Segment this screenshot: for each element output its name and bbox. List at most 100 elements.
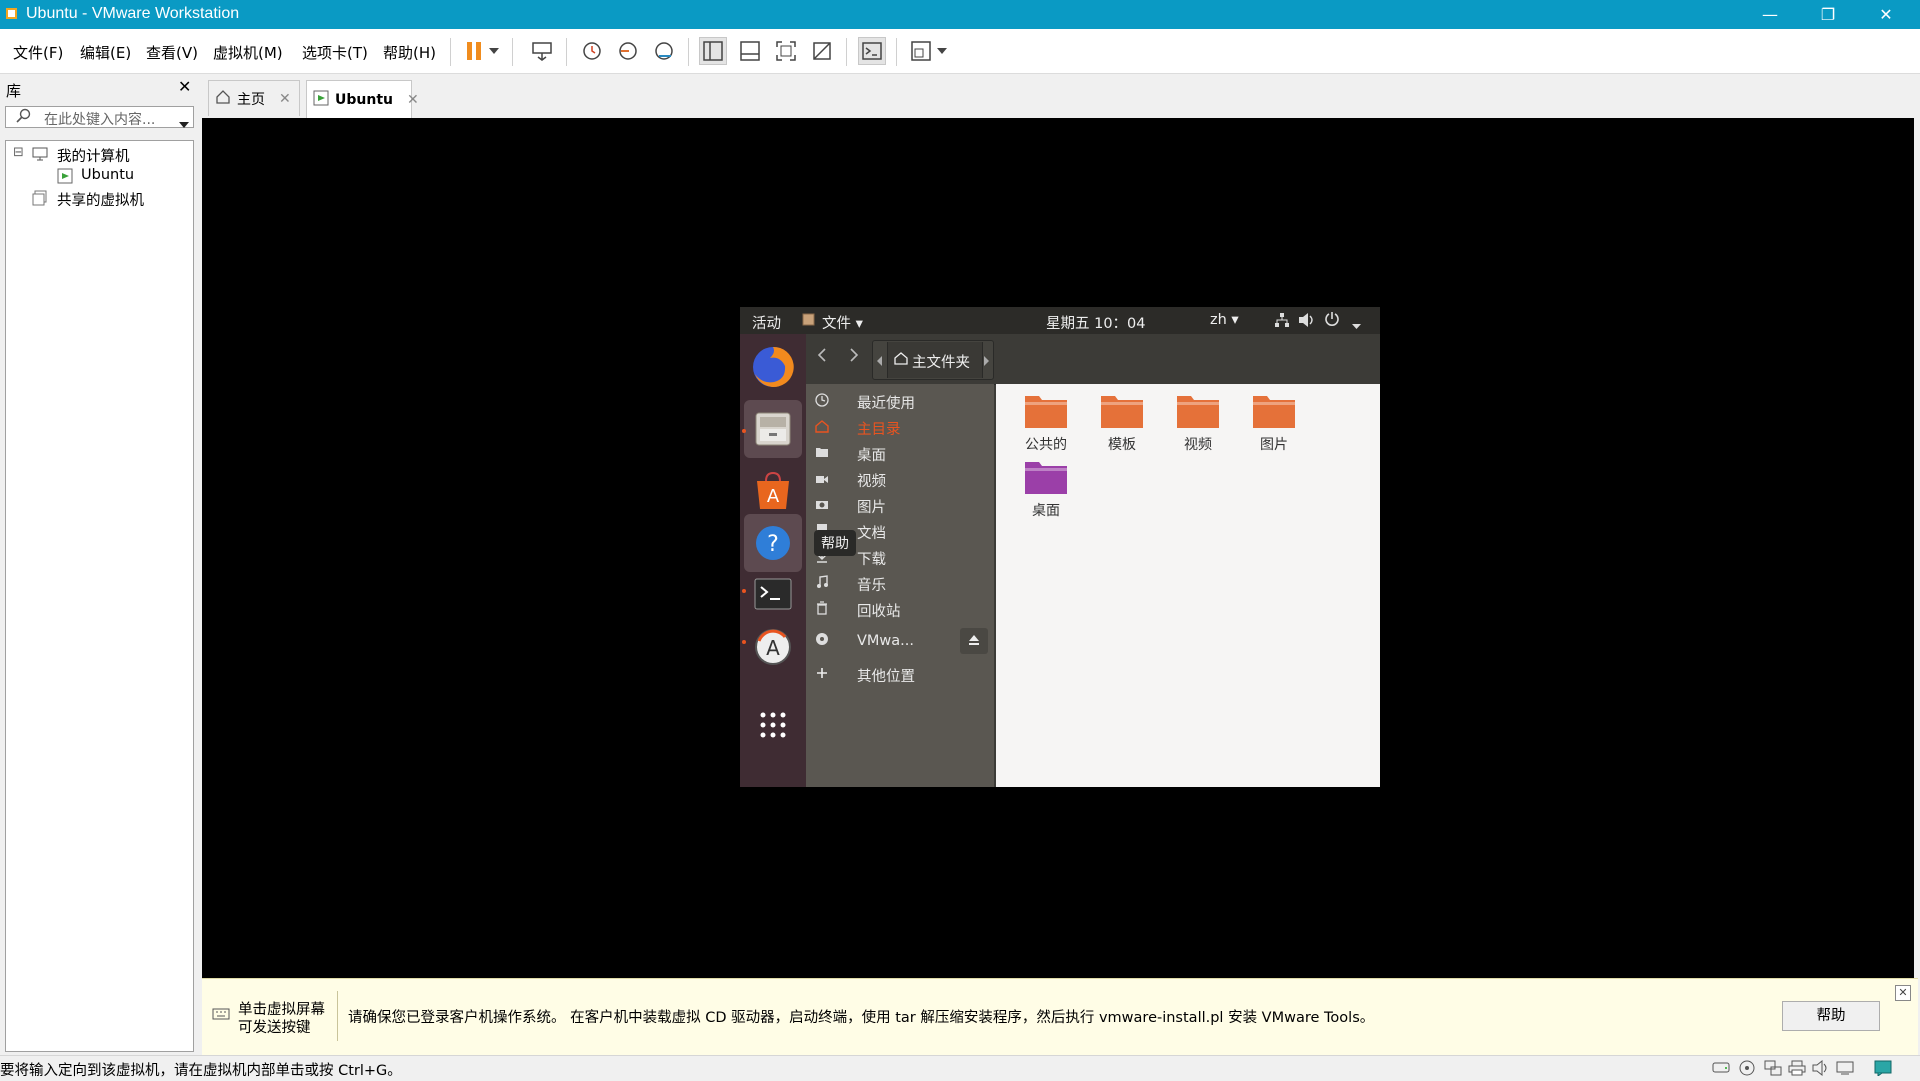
- forward-arrow-icon[interactable]: [848, 348, 860, 366]
- video-icon: [806, 473, 838, 488]
- back-arrow-icon[interactable]: [816, 348, 828, 366]
- tree-item-my-computer[interactable]: 我的计算机: [57, 145, 130, 166]
- sidebar-item-label: 下载: [857, 551, 886, 568]
- help-button[interactable]: 帮助: [1782, 1001, 1880, 1031]
- close-window-button[interactable]: ✕: [1858, 0, 1914, 29]
- title-bar: Ubuntu - VMware Workstation — ❐ ✕: [0, 0, 1920, 29]
- folder-icon: [1023, 458, 1069, 496]
- tab-ubuntu-close-icon[interactable]: ✕: [407, 92, 419, 108]
- tree-item-ubuntu[interactable]: Ubuntu: [81, 167, 134, 183]
- home-icon: [215, 89, 231, 108]
- folder-label: 视频: [1184, 437, 1212, 453]
- revert-snapshot-icon[interactable]: [614, 37, 642, 65]
- stretch-guest-icon[interactable]: [907, 37, 935, 65]
- show-library-icon[interactable]: [699, 37, 727, 65]
- tab-home-label: 主页: [237, 91, 265, 108]
- status-text: 要将输入定向到该虚拟机，请在虚拟机内部单击或按 Ctrl+G。: [0, 1063, 402, 1079]
- folder-icon: [1099, 392, 1145, 430]
- folder-item[interactable]: 桌面: [1006, 458, 1086, 520]
- sidebar-item-label: 文档: [857, 525, 886, 542]
- keyboard-hint-icon: [212, 1006, 230, 1026]
- sidebar-item[interactable]: 回收站: [806, 594, 994, 626]
- minimize-button[interactable]: —: [1742, 0, 1798, 29]
- sidebar-item-label: 视频: [857, 473, 886, 490]
- folder-icon: [1175, 392, 1221, 430]
- sidebar-item-label: VMwa...: [857, 633, 915, 649]
- hard-disk-icon[interactable]: [1712, 1060, 1730, 1076]
- eject-button[interactable]: [960, 628, 988, 654]
- firefox-icon[interactable]: [744, 338, 802, 396]
- path-home-button[interactable]: 主文件夹: [887, 342, 983, 378]
- console-view-icon[interactable]: [858, 37, 886, 65]
- pause-icon[interactable]: [460, 37, 488, 65]
- network-adapter-icon[interactable]: [1764, 1060, 1782, 1076]
- restore-button[interactable]: ❐: [1800, 0, 1856, 29]
- network-icon[interactable]: [1274, 312, 1290, 332]
- menu-vm[interactable]: 虚拟机(M): [213, 42, 283, 63]
- path-right-icon[interactable]: [984, 354, 990, 370]
- software-updater-icon[interactable]: A: [744, 618, 802, 676]
- show-thumbnail-bar-icon[interactable]: [736, 37, 764, 65]
- power-dropdown-icon[interactable]: [486, 37, 502, 65]
- full-screen-icon[interactable]: [772, 37, 800, 65]
- terminal-icon[interactable]: [744, 566, 802, 624]
- files-app-icon: [802, 313, 815, 330]
- snapshot-icon[interactable]: [578, 37, 606, 65]
- menu-edit[interactable]: 编辑(E): [80, 42, 131, 63]
- folder-label: 桌面: [1032, 503, 1060, 519]
- library-search-input[interactable]: 在此处键入内容...: [5, 106, 194, 128]
- collapse-icon[interactable]: ⊟: [13, 145, 24, 160]
- files-icon[interactable]: [744, 400, 802, 458]
- library-close-button[interactable]: ✕: [178, 77, 191, 96]
- path-left-icon[interactable]: [877, 354, 883, 370]
- sound-icon[interactable]: [1812, 1059, 1830, 1077]
- cd-drive-icon[interactable]: [1738, 1060, 1756, 1076]
- menu-tabs[interactable]: 选项卡(T): [302, 42, 368, 63]
- shared-vm-icon: [32, 190, 48, 210]
- software-center-icon[interactable]: A: [744, 462, 802, 520]
- folder-item[interactable]: 模板: [1082, 392, 1162, 454]
- menu-view[interactable]: 查看(V): [146, 42, 198, 63]
- volume-icon[interactable]: [1298, 312, 1316, 332]
- help-icon[interactable]: ?: [744, 514, 802, 572]
- tree-item-shared-vms[interactable]: 共享的虚拟机: [57, 189, 144, 210]
- vm-icon: [313, 90, 329, 110]
- snapshot-manager-icon[interactable]: [650, 37, 678, 65]
- folder-item[interactable]: 图片: [1234, 392, 1314, 454]
- printer-icon[interactable]: [1788, 1060, 1806, 1076]
- plus-icon: [806, 667, 838, 683]
- eject-icon: [968, 634, 980, 650]
- tab-home-close-icon[interactable]: ✕: [279, 91, 291, 107]
- send-ctrl-alt-del-icon[interactable]: [528, 37, 556, 65]
- folder-item[interactable]: 公共的: [1006, 392, 1086, 454]
- toolbar-separator: [512, 38, 513, 66]
- ubuntu-guest-screen[interactable]: 活动 文件 ▾ 星期五 10：04 zh ▾ A ? A 主文件夹 最近使用 主…: [740, 307, 1380, 787]
- activities-button[interactable]: 活动: [752, 312, 781, 333]
- camera-icon: [806, 498, 838, 514]
- toolbar-separator: [450, 38, 451, 66]
- tab-home[interactable]: 主页 ✕: [208, 80, 300, 116]
- tab-ubuntu[interactable]: Ubuntu ✕: [306, 80, 419, 118]
- clock[interactable]: 星期五 10：04: [1046, 312, 1146, 333]
- search-icon: [16, 108, 32, 128]
- search-placeholder: 在此处键入内容...: [44, 112, 156, 128]
- unity-mode-icon[interactable]: [808, 37, 836, 65]
- menu-help[interactable]: 帮助(H): [383, 42, 436, 63]
- system-menu-chevron-icon[interactable]: [1352, 317, 1361, 333]
- home-icon: [894, 352, 908, 369]
- power-icon[interactable]: [1324, 311, 1340, 331]
- nautilus-file-view: 公共的 模板 视频 图片桌面: [996, 384, 1380, 787]
- app-menu[interactable]: 文件 ▾: [822, 312, 863, 333]
- display-icon[interactable]: [1836, 1060, 1854, 1076]
- input-method-indicator[interactable]: zh ▾: [1210, 312, 1239, 328]
- message-log-icon[interactable]: [1874, 1060, 1892, 1077]
- chevron-down-icon[interactable]: [179, 114, 189, 132]
- folder-item[interactable]: 视频: [1158, 392, 1238, 454]
- menu-file[interactable]: 文件(F): [13, 42, 63, 63]
- nautilus-sidebar: 最近使用 主目录 桌面 视频 图片 文档 下载 音乐 回收站 VMwa... 其他位置 帮助: [806, 384, 994, 787]
- show-apps-grid-icon[interactable]: [744, 696, 802, 754]
- stretch-dropdown-icon[interactable]: [934, 37, 950, 65]
- sidebar-item-label: 其他位置: [857, 668, 915, 685]
- notification-close-button[interactable]: ✕: [1895, 985, 1911, 1001]
- sidebar-item[interactable]: 其他位置: [806, 659, 994, 691]
